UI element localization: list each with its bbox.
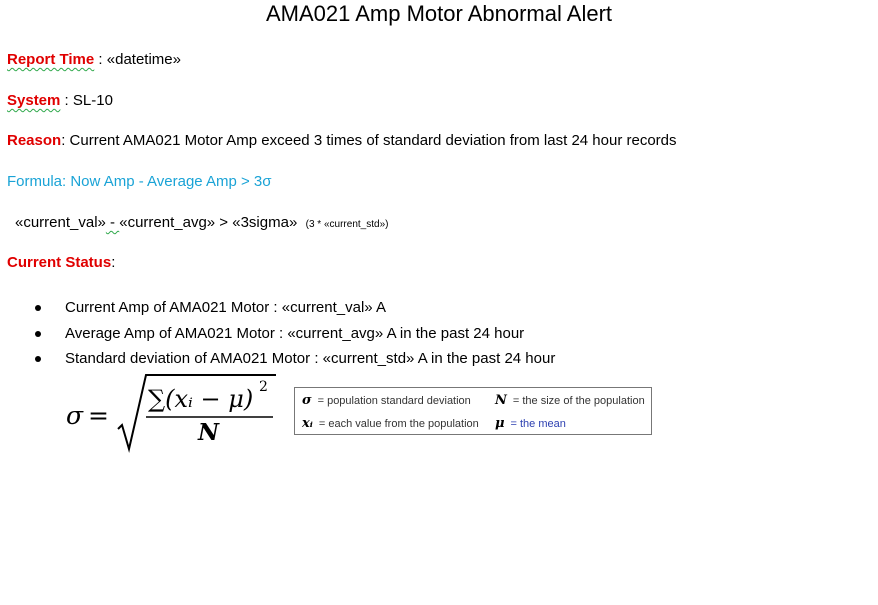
list-item: Current Amp of AMA021 Motor : «current_v… (30, 295, 555, 321)
reason-value: Current AMA021 Motor Amp exceed 3 times … (69, 132, 677, 149)
page-title: AMA021 Amp Motor Abnormal Alert (265, 1, 613, 26)
bullet-icon (35, 305, 41, 311)
reason-label: Reason (7, 132, 62, 149)
status-item-text: Average Amp of AMA021 Motor : «current_a… (65, 324, 525, 342)
legend-mu-text: = the mean (510, 418, 566, 430)
formula-numerator: ∑(xᵢ − μ) (148, 385, 254, 413)
expr-sigma: «3sigma» (232, 214, 298, 231)
report-time-label: Report Time (7, 51, 95, 68)
reason-line: Reason: Current AMA021 Motor Amp exceed … (7, 131, 677, 151)
bullet-icon (35, 330, 41, 337)
list-item: Average Amp of AMA021 Motor : «current_a… (30, 321, 555, 347)
bullet-icon (35, 356, 41, 362)
legend-n-symbol: N (495, 393, 507, 408)
report-time-value: «datetime» (106, 51, 181, 68)
list-item: Standard deviation of AMA021 Motor : «cu… (30, 346, 555, 372)
legend-sigma: σ = population standard deviation (302, 393, 471, 408)
system-value: SL-10 (72, 92, 113, 109)
legend-x: xᵢ = each value from the population (302, 416, 479, 431)
report-time-line: Report Time : «datetime» (7, 50, 181, 70)
system-separator: : (60, 92, 73, 109)
system-label: System (7, 92, 61, 109)
legend-sigma-text: = population standard deviation (317, 395, 471, 407)
legend-x-text: = each value from the population (318, 418, 479, 430)
legend-sigma-symbol: σ (302, 393, 312, 408)
expr-current-avg: «current_avg» (119, 214, 216, 231)
legend-n: N = the size of the population (495, 393, 645, 408)
expr-gt: > (215, 214, 233, 231)
legend-mu: μ = the mean (495, 416, 566, 431)
system-line: System : SL-10 (7, 91, 113, 111)
expr-detail: (3 * «current_std») (305, 219, 389, 230)
current-status-label: Current Status (7, 254, 112, 271)
status-item-text: Current Amp of AMA021 Motor : «current_v… (65, 299, 386, 316)
formula-line: Formula: Now Amp - Average Amp > 3σ (7, 173, 272, 190)
report-time-separator: : (94, 51, 107, 68)
status-list: Current Amp of AMA021 Motor : «current_v… (30, 295, 555, 372)
expr-current-val: «current_val» (15, 214, 106, 231)
reason-separator: : (61, 132, 70, 149)
current-status-line: Current Status: (7, 253, 115, 273)
formula-legend: σ = population standard deviation N = the … (294, 387, 652, 435)
current-status-suffix: : (111, 254, 116, 271)
legend-n-text: = the size of the population (512, 395, 645, 407)
formula-exponent: 2 (259, 379, 268, 395)
status-item-text: Standard deviation of AMA021 Motor : «cu… (65, 350, 556, 367)
expr-minus: - (105, 214, 120, 231)
legend-x-symbol: xᵢ (302, 416, 313, 431)
legend-mu-symbol: μ (495, 416, 505, 431)
formula-denominator: N (198, 419, 220, 446)
std-deviation-formula: σ = ∑(xᵢ − μ) 2 N (62, 373, 280, 455)
expression-line: «current_val» - «current_avg» > «3sigma»… (15, 213, 388, 235)
